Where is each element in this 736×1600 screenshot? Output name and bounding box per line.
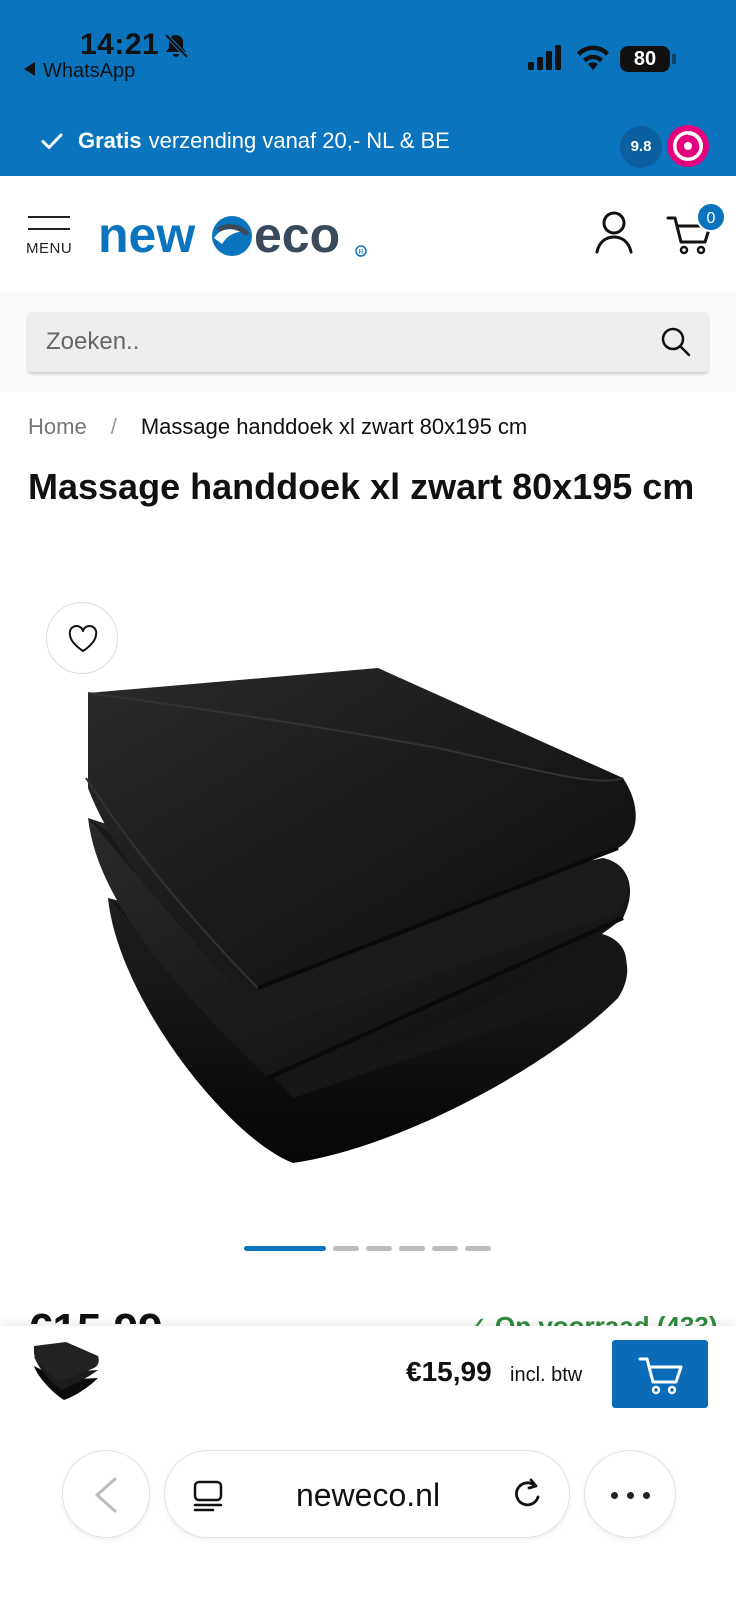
breadcrumb-home[interactable]: Home <box>28 414 87 440</box>
product-thumbnail <box>34 1342 99 1400</box>
hamburger-line <box>28 216 70 218</box>
svg-text:new: new <box>98 207 195 263</box>
wifi-icon <box>577 45 609 70</box>
breadcrumb-current: Massage handdoek xl zwart 80x195 cm <box>140 414 528 439</box>
more-dot <box>611 1492 618 1499</box>
sticky-tax-label: incl. btw <box>510 1364 583 1386</box>
menu-button[interactable]: MENU <box>26 216 74 260</box>
site-header: MENU new eco R 0 <box>0 176 736 292</box>
rating-badge[interactable]: 9.8 <box>620 126 662 168</box>
heart-icon <box>68 625 98 652</box>
back-to-app-link[interactable]: WhatsApp <box>24 60 135 83</box>
product-image[interactable] <box>78 668 668 1178</box>
search-input[interactable] <box>46 312 646 372</box>
search-box <box>28 312 708 372</box>
bell-slash-icon <box>164 33 189 59</box>
top-banner: 14:21 WhatsApp 80 Gratis verzending vana… <box>0 0 736 176</box>
signal-icon <box>528 45 561 70</box>
back-triangle-icon <box>24 62 35 76</box>
address-bar[interactable]: neweco.nl <box>164 1450 570 1538</box>
back-app-label: WhatsApp <box>43 60 136 82</box>
reload-icon[interactable] <box>509 1477 545 1513</box>
breadcrumb: Home / Massage handdoek xl zwart 80x195 … <box>28 414 527 440</box>
svg-text:R: R <box>359 249 364 256</box>
gallery-pagination <box>244 1246 491 1251</box>
browser-back-button[interactable] <box>62 1450 150 1538</box>
user-icon[interactable] <box>594 210 634 254</box>
promo-bold: Gratis <box>78 128 142 153</box>
more-options-button[interactable] <box>584 1450 676 1538</box>
wishlist-button[interactable] <box>46 602 118 674</box>
neweco-logo[interactable]: new eco R <box>98 204 378 268</box>
svg-text:eco: eco <box>254 207 340 263</box>
more-dot <box>643 1492 650 1499</box>
gallery-dot-active[interactable] <box>244 1246 326 1251</box>
review-logo-icon[interactable] <box>666 124 710 168</box>
search-icon[interactable] <box>660 326 692 358</box>
search-section <box>0 292 736 392</box>
gallery-dot[interactable] <box>399 1246 425 1251</box>
menu-label: MENU <box>26 240 73 257</box>
status-time: 14:21 <box>80 28 160 61</box>
breadcrumb-separator: / <box>110 414 117 439</box>
cart-count-badge: 0 <box>696 202 726 232</box>
browser-toolbar: neweco.nl <box>0 1430 736 1600</box>
shipping-promo: Gratis verzending vanaf 20,- NL & BE <box>40 128 450 154</box>
battery-indicator: 80 <box>620 46 676 72</box>
gallery-dot[interactable] <box>465 1246 491 1251</box>
cart-icon <box>638 1357 683 1395</box>
check-icon <box>41 133 63 149</box>
sticky-price: €15,99 <box>406 1356 492 1387</box>
gallery-dot[interactable] <box>333 1246 359 1251</box>
chevron-left-icon <box>95 1477 117 1513</box>
gallery-dot[interactable] <box>432 1246 458 1251</box>
product-price: €15,99 <box>28 1300 163 1324</box>
more-dot <box>627 1492 634 1499</box>
gallery-dot[interactable] <box>366 1246 392 1251</box>
stock-status: ✓ Op voorraad (433) <box>466 1311 718 1326</box>
promo-text: verzending vanaf 20,- NL & BE <box>148 128 450 153</box>
sticky-purchase-bar: €15,99 incl. btw <box>0 1326 736 1430</box>
hamburger-line <box>28 228 70 230</box>
product-title: Massage handdoek xl zwart 80x195 cm <box>28 466 695 507</box>
add-to-cart-button[interactable] <box>612 1340 708 1408</box>
